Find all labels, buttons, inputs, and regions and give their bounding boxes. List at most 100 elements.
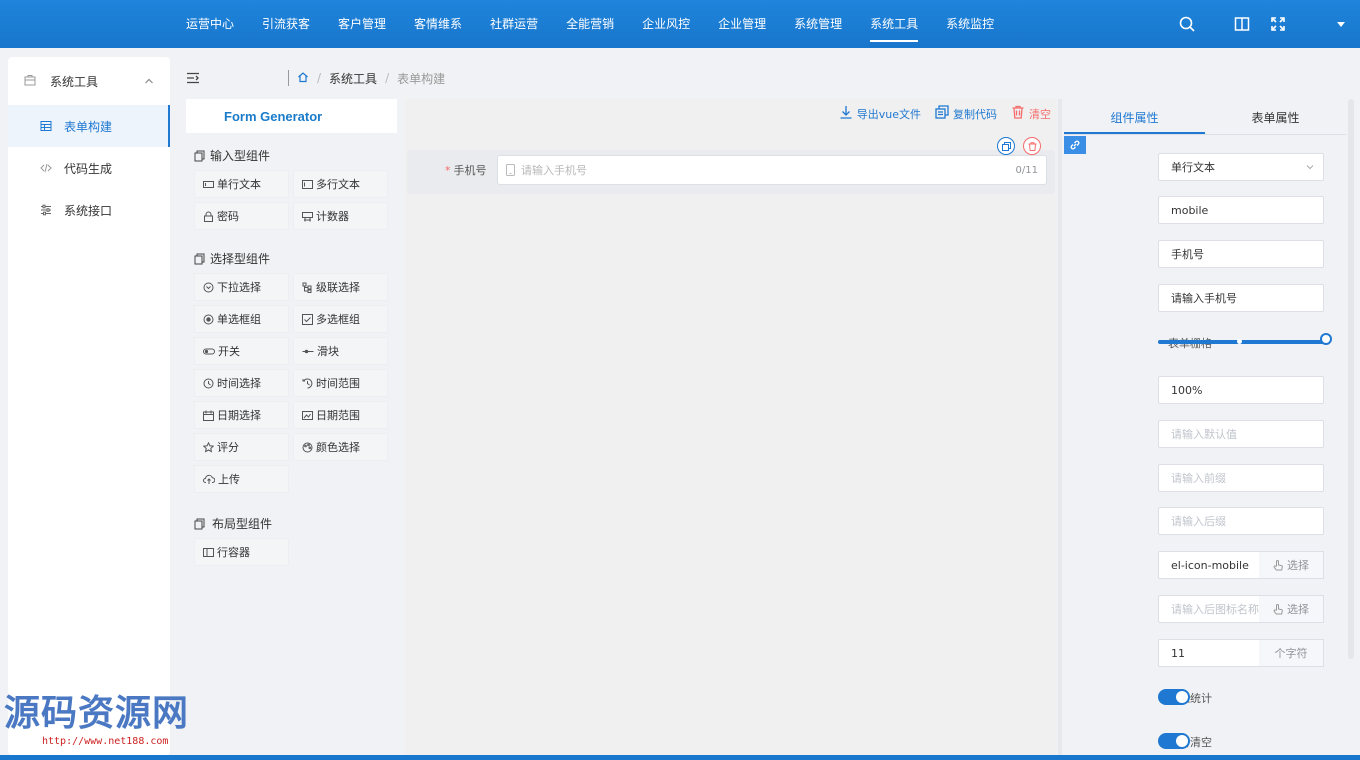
fullscreen-icon[interactable]: [1270, 16, 1286, 32]
topnav-item-system[interactable]: 系统管理: [784, 0, 852, 48]
link-icon[interactable]: [1064, 136, 1086, 154]
default-value-input[interactable]: 请输入默认值: [1158, 420, 1324, 448]
comp-label: 滑块: [317, 345, 339, 358]
menu-fold-icon[interactable]: [186, 72, 200, 84]
breadcrumb-divider: [288, 70, 289, 86]
grid-slider[interactable]: [1158, 339, 1324, 344]
mobile-icon: [506, 164, 515, 176]
star-icon: [203, 441, 214, 453]
comp-time-range[interactable]: 时间范围: [293, 369, 388, 397]
grid-slider-handle[interactable]: [1320, 333, 1332, 345]
topnav-item-marketing[interactable]: 全能营销: [556, 0, 624, 48]
comp-label: 时间范围: [316, 377, 360, 390]
prop-row-prefix: 前缀 请输入前缀: [1064, 464, 1346, 492]
topnav-item-relations[interactable]: 客情维系: [404, 0, 472, 48]
suffix-input[interactable]: 请输入后缀: [1158, 507, 1324, 535]
phone-input[interactable]: 请输入手机号 0/11: [497, 155, 1047, 185]
show-count-switch[interactable]: [1158, 689, 1190, 705]
switch-icon: [203, 346, 215, 357]
topnav-item-monitor[interactable]: 系统监控: [936, 0, 1004, 48]
prop-row-show-count: 输入统计: [1064, 683, 1346, 711]
comp-upload[interactable]: 上传: [194, 465, 289, 493]
time-range-icon: [302, 378, 313, 389]
comp-label: 多行文本: [316, 178, 360, 191]
comp-slider[interactable]: 滑块: [293, 337, 388, 365]
select-icon: [203, 282, 214, 293]
home-icon[interactable]: [297, 71, 309, 86]
field-name-input[interactable]: mobile: [1158, 196, 1324, 224]
prefix-icon-select-button[interactable]: 选择: [1259, 551, 1324, 579]
search-icon[interactable]: [1178, 15, 1196, 33]
group-title-layout: 布局型组件: [194, 515, 396, 532]
comp-label: 密码: [217, 210, 239, 223]
properties-scrollbar[interactable]: [1348, 99, 1354, 659]
comp-single-line-text[interactable]: 单行文本: [194, 170, 289, 198]
comp-label: 颜色选择: [316, 441, 360, 454]
canvas-form-item[interactable]: * 手机号 请输入手机号 0/11: [407, 150, 1055, 194]
comp-row-container[interactable]: 行容器: [194, 538, 289, 566]
comp-multi-line-text[interactable]: 多行文本: [293, 170, 388, 198]
delete-item-button[interactable]: [1023, 137, 1041, 155]
clear-button[interactable]: 清空: [1011, 105, 1051, 122]
topnav-item-operations[interactable]: 运营中心: [176, 0, 244, 48]
sidebar-item-label: 表单构建: [64, 119, 113, 134]
sidebar-item-form-builder[interactable]: 表单构建: [8, 105, 170, 147]
tab-form-props[interactable]: 表单属性: [1205, 99, 1346, 134]
title-input[interactable]: 手机号: [1158, 240, 1324, 268]
topnav-item-enterprise[interactable]: 企业管理: [708, 0, 776, 48]
comp-cascader[interactable]: 级联选择: [293, 273, 388, 301]
properties-tabs: 组件属性 表单属性: [1064, 99, 1346, 135]
caret-down-icon[interactable]: [1336, 19, 1346, 29]
export-vue-label: 导出vue文件: [856, 107, 921, 121]
copy-code-label: 复制代码: [953, 107, 997, 121]
comp-select[interactable]: 下拉选择: [194, 273, 289, 301]
placeholder-input[interactable]: 请输入手机号: [1158, 284, 1324, 312]
comp-label: 时间选择: [217, 377, 261, 390]
prefix-icon-input[interactable]: el-icon-mobile: [1158, 551, 1260, 579]
topnav-item-risk[interactable]: 企业风控: [632, 0, 700, 48]
comp-rate[interactable]: 评分: [194, 433, 289, 461]
sidebar-item-system-api[interactable]: 系统接口: [8, 189, 170, 231]
topnav-item-acquisition[interactable]: 引流获客: [252, 0, 320, 48]
component-type-select[interactable]: 单行文本: [1158, 153, 1324, 181]
comp-switch[interactable]: 开关: [194, 337, 289, 365]
topnav-item-tools[interactable]: 系统工具: [860, 0, 928, 48]
book-icon[interactable]: [1234, 16, 1250, 32]
comp-radio-group[interactable]: 单选框组: [194, 305, 289, 333]
prefix-input[interactable]: 请输入前缀: [1158, 464, 1324, 492]
sliders-icon: [40, 204, 52, 216]
comp-time-picker[interactable]: 时间选择: [194, 369, 289, 397]
prop-row-width: 组件宽度 100%: [1064, 376, 1346, 404]
comp-counter[interactable]: 计数器: [293, 202, 388, 230]
panel-divider[interactable]: [1058, 99, 1062, 755]
export-vue-button[interactable]: 导出vue文件: [839, 105, 921, 122]
width-input[interactable]: 100%: [1158, 376, 1324, 404]
table-icon: [40, 120, 52, 132]
maxlength-input[interactable]: 11: [1158, 639, 1260, 667]
sidebar-item-code-gen[interactable]: 代码生成: [8, 147, 170, 189]
prop-row-field: 字段名 mobile: [1064, 196, 1346, 224]
properties-panel: 组件属性 表单属性 组件类型 单行文本 字段名 mobile 标题 手机号 占位…: [1064, 99, 1346, 755]
breadcrumb-item[interactable]: 系统工具: [329, 70, 377, 87]
sidebar-group-header[interactable]: 系统工具: [8, 57, 170, 105]
comp-color-picker[interactable]: 颜色选择: [293, 433, 388, 461]
tab-component-props[interactable]: 组件属性: [1064, 99, 1205, 134]
copy-item-button[interactable]: [997, 137, 1015, 155]
comp-checkbox-group[interactable]: 多选框组: [293, 305, 388, 333]
sidebar: 系统工具 表单构建 代码生成 系统接口: [8, 57, 170, 755]
clearable-switch[interactable]: [1158, 733, 1190, 749]
topnav-item-community[interactable]: 社群运营: [480, 0, 548, 48]
comp-label: 计数器: [316, 210, 349, 223]
radio-icon: [203, 314, 214, 325]
suffix-icon-select-button[interactable]: 选择: [1259, 595, 1324, 623]
comp-password[interactable]: 密码: [194, 202, 289, 230]
comp-label: 单选框组: [217, 313, 261, 326]
prop-row-suffix: 后缀 请输入后缀: [1064, 507, 1346, 535]
topnav-item-customers[interactable]: 客户管理: [328, 0, 396, 48]
comp-date-picker[interactable]: 日期选择: [194, 401, 289, 429]
suffix-icon-input[interactable]: 请输入后图标名称: [1158, 595, 1260, 623]
copy-code-button[interactable]: 复制代码: [935, 105, 997, 122]
comp-date-range[interactable]: 日期范围: [293, 401, 388, 429]
input-components: 单行文本 多行文本 密码 计数器: [186, 170, 396, 230]
maxlength-unit: 个字符: [1259, 639, 1324, 667]
